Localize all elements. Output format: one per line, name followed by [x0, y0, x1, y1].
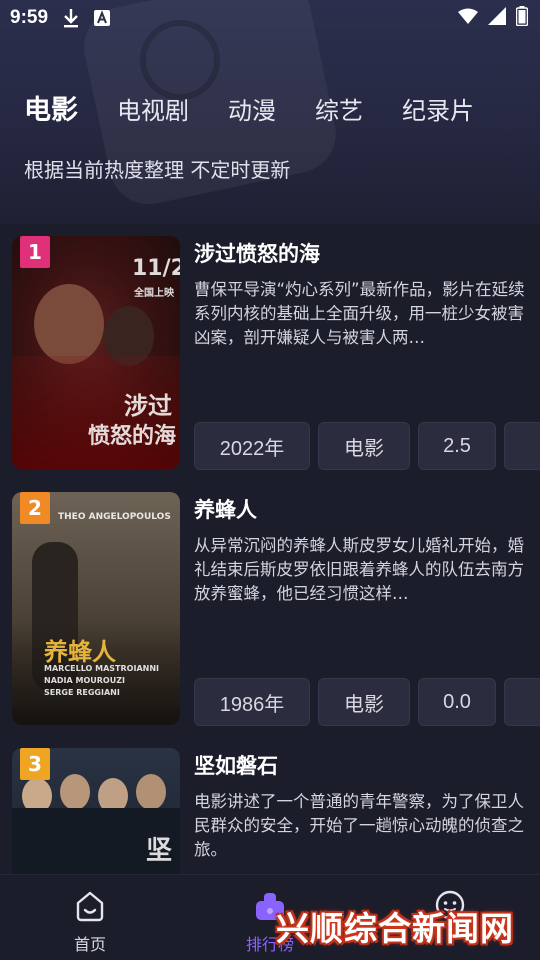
- ranking-list: 11/25 全国上映 涉过 愤怒的海 1 涉过愤怒的海 曹保平导演“灼心系列”最…: [0, 224, 540, 874]
- ranking-subtitle: 根据当前热度整理 不定时更新: [24, 158, 291, 182]
- status-time: 9:59: [10, 7, 49, 28]
- poster-figure: [136, 774, 166, 810]
- year-tag: 2022年: [194, 422, 310, 470]
- category-tabs: 电影 电视剧 动漫 综艺 纪录片: [24, 88, 513, 127]
- item-title[interactable]: 养蜂人: [194, 494, 257, 524]
- download-icon: [62, 8, 80, 28]
- tab-documentary[interactable]: 纪录片: [402, 91, 474, 126]
- item-description: 曹保平导演“灼心系列”最新作品，影片在延续系列内核的基础上全面升级，用一桩少女被…: [194, 280, 525, 347]
- item-title[interactable]: 坚如磐石: [194, 750, 278, 780]
- battery-icon: [515, 6, 529, 30]
- text-a-icon: [94, 10, 111, 26]
- poster-cast-text: SERGE REGGIANI: [44, 688, 120, 697]
- poster-title-text: 养蜂人: [44, 638, 116, 666]
- item-description: 电影讲述了一个普通的青年警察，为了保卫人民群众的安全，开始了一趟惊心动魄的侦查之…: [194, 792, 524, 859]
- type-tag: 电影: [318, 422, 410, 470]
- list-item[interactable]: THEO ANGELOPOULOS 养蜂人 MARCELLO MASTROIAN…: [12, 480, 540, 726]
- poster-title-text: 愤怒的海: [88, 424, 177, 449]
- item-tags: 2022年 电影 2.5: [194, 422, 540, 470]
- tab-anime[interactable]: 动漫: [228, 91, 276, 126]
- extra-tag: [504, 678, 540, 726]
- type-tag: 电影: [318, 678, 410, 726]
- poster-cast-text: NADIA MOUROUZI: [44, 676, 125, 685]
- header: 9:59 电影 电视剧 动漫 综艺 纪录片 根据当前热度整理 不定时更新: [0, 0, 540, 224]
- list-item[interactable]: 坚 3 坚如磐石 电影讲述了一个普通的青年警察，为了保卫人民群众的安全，开始了一…: [12, 736, 540, 874]
- poster-title-text: 涉过: [124, 392, 172, 420]
- rank-badge: 3: [20, 748, 50, 780]
- movie-poster[interactable]: 11/25 全国上映 涉过 愤怒的海: [12, 236, 180, 469]
- poster-figure: [34, 284, 104, 364]
- poster-release-text: 全国上映: [134, 288, 174, 299]
- item-title[interactable]: 涉过愤怒的海: [194, 238, 320, 268]
- year-tag: 1986年: [194, 678, 310, 726]
- nav-home[interactable]: 首页: [0, 875, 180, 960]
- score-tag: 0.0: [418, 678, 496, 726]
- item-tags: 1986年 电影 0.0: [194, 678, 540, 726]
- nav-home-label: 首页: [73, 935, 106, 954]
- rank-badge: 1: [20, 236, 50, 268]
- poster-cast-text: MARCELLO MASTROIANNI: [44, 664, 160, 673]
- home-smile-icon: [73, 889, 107, 927]
- watermark-text: 兴顺综合新闻网: [276, 909, 514, 948]
- movie-poster[interactable]: THEO ANGELOPOULOS 养蜂人 MARCELLO MASTROIAN…: [12, 492, 180, 725]
- score-tag: 2.5: [418, 422, 496, 470]
- status-bar: 9:59: [0, 0, 540, 36]
- signal-icon: [488, 7, 506, 29]
- poster-director-text: THEO ANGELOPOULOS: [58, 512, 171, 522]
- tab-variety[interactable]: 综艺: [315, 91, 363, 126]
- poster-date-text: 11/25: [132, 256, 180, 281]
- item-description: 从异常沉闷的养蜂人斯皮罗女儿婚礼开始，婚礼结束后斯皮罗依旧跟着养蜂人的队伍去南方…: [194, 536, 524, 603]
- poster-figure: [60, 774, 90, 810]
- tab-movie[interactable]: 电影: [24, 88, 78, 127]
- list-item[interactable]: 11/25 全国上映 涉过 愤怒的海 1 涉过愤怒的海 曹保平导演“灼心系列”最…: [12, 224, 540, 470]
- rank-badge: 2: [20, 492, 50, 524]
- extra-tag: [504, 422, 540, 470]
- wifi-icon: [458, 8, 478, 28]
- tab-tv-series[interactable]: 电视剧: [117, 91, 189, 126]
- poster-title-text: 坚: [146, 836, 173, 866]
